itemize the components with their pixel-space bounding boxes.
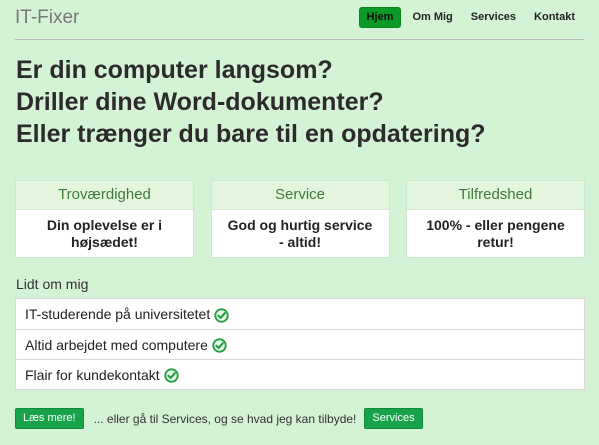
nav-item-hjem[interactable]: Hjem: [358, 7, 402, 28]
check-circle-icon: [214, 307, 229, 323]
about-list: IT-studerende på universitetet Altid arb…: [15, 298, 585, 390]
footer-cta: Læs mere! ... eller gå til Services, og …: [15, 408, 423, 429]
list-item: IT-studerende på universitetet: [15, 298, 585, 330]
card-tilfredshed: Tilfredshed 100% - eller pengene retur!: [406, 180, 585, 258]
nav-item-om-mig[interactable]: Om Mig: [403, 7, 461, 28]
services-button[interactable]: Services: [364, 408, 423, 429]
card-trovaerdighed: Troværdighed Din oplevelse er i højsædet…: [15, 180, 194, 258]
headline-line-2: Driller dine Word-dokumenter?: [16, 88, 384, 116]
card-title: Tilfredshed: [407, 181, 584, 210]
site-header: IT-Fixer Hjem Om Mig Services Kontakt: [15, 0, 584, 40]
check-circle-icon: [164, 368, 179, 383]
headline-line-1: Er din computer langsom?: [16, 56, 333, 84]
card-title: Troværdighed: [16, 181, 193, 210]
main-nav: Hjem Om Mig Services Kontakt: [358, 7, 584, 28]
brand-logo[interactable]: IT-Fixer: [15, 7, 79, 29]
card-body: God og hurtig service - altid!: [227, 216, 373, 250]
nav-item-services[interactable]: Services: [462, 7, 525, 28]
list-item-text: Altid arbejdet med computere: [25, 336, 208, 353]
list-item: Flair for kundekontakt: [15, 359, 585, 390]
card-body: Din oplevelse er i højsædet!: [46, 216, 163, 250]
card-body: 100% - eller pengene retur!: [426, 216, 565, 250]
list-item: Altid arbejdet med computere: [15, 329, 585, 360]
about-section-label: Lidt om mig: [16, 276, 89, 292]
list-item-text: Flair for kundekontakt: [25, 366, 160, 383]
nav-item-kontakt[interactable]: Kontakt: [525, 7, 584, 28]
card-service: Service God og hurtig service - altid!: [210, 180, 390, 258]
list-item-text: IT-studerende på universitetet: [25, 306, 211, 322]
feature-cards: Troværdighed Din oplevelse er i højsædet…: [15, 180, 585, 258]
read-more-button[interactable]: Læs mere!: [15, 408, 84, 429]
headline-line-3: Eller trænger du bare til en opdatering?: [16, 120, 486, 148]
footer-text: ... eller gå til Services, og se hvad je…: [93, 411, 357, 426]
check-circle-icon: [212, 338, 227, 353]
hero-headline: Er din computer langsom? Driller dine Wo…: [16, 54, 486, 150]
card-title: Service: [211, 181, 389, 210]
